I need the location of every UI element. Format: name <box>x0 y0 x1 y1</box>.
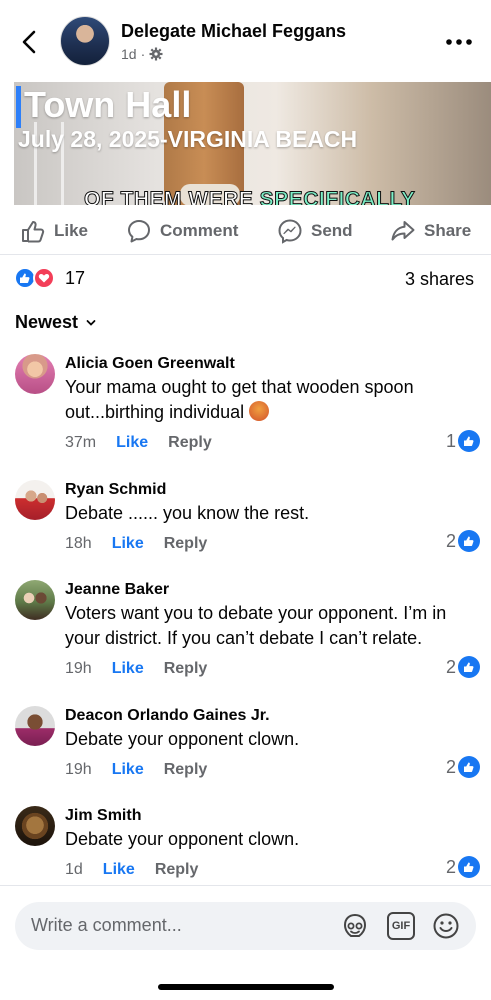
thumbs-up-icon <box>22 221 45 243</box>
comment-input[interactable]: Write a comment... GIF <box>15 902 476 950</box>
author-avatar[interactable] <box>60 16 110 66</box>
meta-separator: · <box>140 46 146 62</box>
comment-like-button[interactable]: Like <box>116 434 148 452</box>
commenter-avatar[interactable] <box>15 806 55 846</box>
caption-highlight: SPECIFICALLY <box>259 188 416 206</box>
comment-reply-button[interactable]: Reply <box>155 861 199 879</box>
send-label: Send <box>311 221 353 240</box>
share-label: Share <box>424 221 472 240</box>
commenter-avatar[interactable] <box>15 480 55 520</box>
comment-reaction-count: 2 <box>445 756 456 777</box>
commenter-name[interactable]: Deacon Orlando Gaines Jr. <box>65 707 270 725</box>
thumbs-up-icon <box>458 430 480 452</box>
emoji-icon[interactable] <box>432 912 460 940</box>
comment-text: Debate your opponent clown. <box>65 729 300 749</box>
angry-face-emoji <box>249 401 270 421</box>
comment-reply-button[interactable]: Reply <box>164 761 208 779</box>
share-arrow-icon <box>391 221 415 241</box>
comment-text: Your mama ought to get that wooden spoon… <box>65 375 475 425</box>
comment-time: 37m <box>65 434 97 451</box>
comment-reply-button[interactable]: Reply <box>168 434 212 452</box>
comment-meta: 19h Like Reply <box>65 660 207 678</box>
comment-reply-button[interactable]: Reply <box>164 660 208 678</box>
reaction-count: 17 <box>65 267 86 288</box>
commenter-name[interactable]: Alicia Goen Greenwalt <box>65 355 235 373</box>
send-button[interactable]: Send <box>277 218 353 244</box>
author-name[interactable]: Delegate Michael Feggans <box>121 21 346 42</box>
comment-time: 1d <box>65 861 83 878</box>
comment-reaction-count: 1 <box>445 430 456 451</box>
comment-reactions[interactable]: 2 <box>446 530 480 552</box>
thumbs-up-icon <box>458 530 480 552</box>
comment-reaction-count: 2 <box>445 856 456 877</box>
reactions-summary[interactable]: 17 <box>14 267 85 289</box>
chevron-left-icon[interactable] <box>16 28 44 56</box>
caption-text: OF THEM WERE <box>84 188 260 206</box>
comment-reaction-count: 2 <box>445 530 456 551</box>
home-indicator <box>158 984 334 990</box>
comment-like-button[interactable]: Like <box>112 761 144 779</box>
sort-label: Newest <box>15 312 79 332</box>
video-subtitle: July 28, 2025-VIRGINIA BEACH <box>18 126 358 152</box>
comment-reaction-count: 2 <box>445 656 456 677</box>
like-button[interactable]: Like <box>20 218 88 244</box>
comment-meta: 1d Like Reply <box>65 861 198 879</box>
commenter-name[interactable]: Ryan Schmid <box>65 481 166 499</box>
comment-composer-bar: Write a comment... GIF <box>0 885 491 1000</box>
post-meta: 1d · <box>121 46 163 62</box>
title-accent-bar <box>16 86 21 128</box>
thumbs-up-icon <box>458 756 480 778</box>
post-header: Delegate Michael Feggans 1d · <box>0 0 491 82</box>
commenter-avatar[interactable] <box>15 354 55 394</box>
comment-input-placeholder: Write a comment... <box>31 915 182 935</box>
comment-reactions[interactable]: 2 <box>446 756 480 778</box>
comment-time: 18h <box>65 535 92 552</box>
more-dots-icon[interactable] <box>445 32 473 52</box>
comment-meta: 37m Like Reply <box>65 434 212 452</box>
love-reaction-icon <box>33 267 55 289</box>
gif-label: GIF <box>391 920 411 932</box>
video-title: Town Hall <box>24 84 192 125</box>
chevron-down-icon <box>86 319 96 326</box>
thumbs-up-icon <box>458 656 480 678</box>
post-video[interactable]: Town Hall July 28, 2025-VIRGINIA BEACH O… <box>14 82 491 205</box>
thumbs-up-icon <box>458 856 480 878</box>
comment-meta: 19h Like Reply <box>65 761 207 779</box>
commenter-name[interactable]: Jim Smith <box>65 807 141 825</box>
commenter-avatar[interactable] <box>15 580 55 620</box>
comment-like-button[interactable]: Like <box>103 861 135 879</box>
comment-bubble-icon <box>128 220 150 243</box>
commenter-name[interactable]: Jeanne Baker <box>65 581 169 599</box>
messenger-icon <box>278 219 302 244</box>
comment-text: Voters want you to debate your opponent.… <box>65 603 447 648</box>
comment-reactions[interactable]: 1 <box>446 430 480 452</box>
comment-label: Comment <box>160 221 239 240</box>
post-actions: Like Comment Send Share <box>0 205 491 255</box>
video-caption: OF THEM WERE SPECIFICALLY <box>84 188 416 206</box>
comment-text: Debate your opponent clown. <box>65 829 300 849</box>
comment-reply-button[interactable]: Reply <box>164 535 208 553</box>
comment-like-button[interactable]: Like <box>112 660 144 678</box>
avatar-sticker-icon[interactable] <box>341 912 369 940</box>
gear-icon <box>149 47 163 61</box>
comment-time: 19h <box>65 660 92 677</box>
comment-like-button[interactable]: Like <box>112 535 144 553</box>
commenter-avatar[interactable] <box>15 706 55 746</box>
like-label: Like <box>54 221 89 240</box>
shares-count[interactable]: 3 shares <box>405 269 474 290</box>
comment-button[interactable]: Comment <box>126 218 238 244</box>
comment-text: Debate ...... you know the rest. <box>65 503 310 523</box>
gif-icon[interactable]: GIF <box>387 912 415 940</box>
comment-meta: 18h Like Reply <box>65 535 207 553</box>
comment-reactions[interactable]: 2 <box>446 856 480 878</box>
comment-time: 19h <box>65 761 92 778</box>
post-time[interactable]: 1d <box>121 46 137 62</box>
comment-reactions[interactable]: 2 <box>446 656 480 678</box>
share-button[interactable]: Share <box>390 218 471 244</box>
sort-dropdown[interactable]: Newest <box>15 312 96 333</box>
comment-body: Your mama ought to get that wooden spoon… <box>65 377 414 422</box>
